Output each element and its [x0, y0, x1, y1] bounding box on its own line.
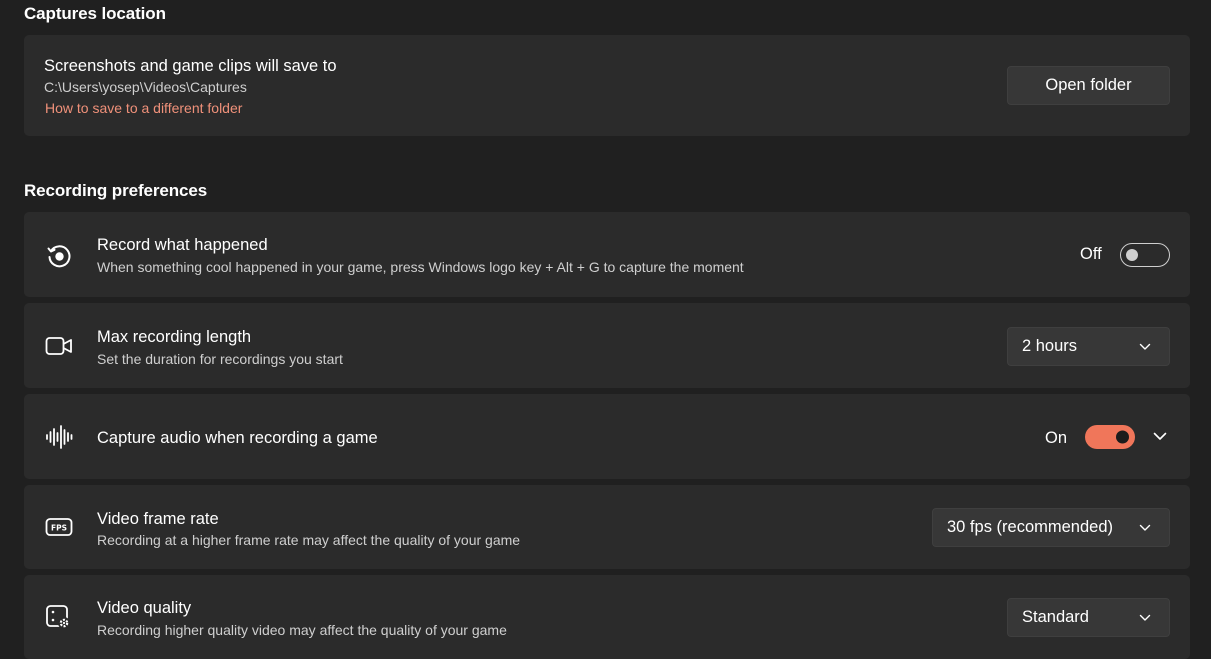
video-frame-rate-card: FPS Video frame rate Recording at a high…: [24, 485, 1190, 569]
video-frame-rate-title: Video frame rate: [97, 510, 219, 528]
toggle-knob: [1116, 430, 1129, 444]
record-what-happened-description: When something cool happened in your gam…: [97, 259, 744, 275]
video-camera-icon: [45, 332, 73, 360]
max-recording-length-description: Set the duration for recordings you star…: [97, 351, 343, 367]
record-what-happened-toggle[interactable]: [1120, 243, 1170, 267]
max-recording-length-card: Max recording length Set the duration fo…: [24, 303, 1190, 388]
audio-waveform-icon: [45, 423, 73, 451]
capture-audio-toggle[interactable]: [1085, 425, 1135, 449]
svg-text:FPS: FPS: [51, 524, 67, 533]
record-what-happened-title: Record what happened: [97, 236, 268, 254]
captures-location-card: Screenshots and game clips will save to …: [24, 35, 1190, 136]
capture-audio-card: Capture audio when recording a game On: [24, 394, 1190, 479]
captures-location-heading: Captures location: [24, 4, 166, 23]
video-quality-card: Video quality Recording higher quality v…: [24, 575, 1190, 659]
chevron-down-icon: [1139, 343, 1151, 350]
video-frame-rate-value: 30 fps (recommended): [947, 518, 1113, 536]
chevron-down-icon: [1139, 614, 1151, 621]
video-quality-description: Recording higher quality video may affec…: [97, 622, 507, 638]
open-folder-label: Open folder: [1045, 76, 1132, 94]
expand-chevron-icon[interactable]: [1150, 426, 1170, 446]
record-what-happened-state: Off: [1080, 245, 1102, 263]
video-quality-icon: [45, 604, 73, 632]
capture-audio-state: On: [1045, 429, 1068, 447]
different-folder-link[interactable]: How to save to a different folder: [45, 100, 242, 116]
captures-path: C:\Users\yosep\Videos\Captures: [44, 79, 247, 95]
max-recording-length-value: 2 hours: [1022, 337, 1078, 355]
record-history-icon: [45, 242, 73, 270]
captures-location-title: Screenshots and game clips will save to: [44, 57, 337, 75]
fps-icon: FPS: [45, 513, 73, 541]
open-folder-button[interactable]: Open folder: [1007, 66, 1170, 105]
video-quality-title: Video quality: [97, 599, 192, 617]
toggle-knob: [1126, 249, 1138, 261]
recording-preferences-heading: Recording preferences: [24, 181, 208, 200]
max-recording-length-title: Max recording length: [97, 328, 252, 346]
chevron-down-icon: [1139, 524, 1151, 531]
video-quality-dropdown[interactable]: Standard: [1007, 598, 1170, 637]
video-frame-rate-dropdown[interactable]: 30 fps (recommended): [932, 508, 1170, 547]
record-what-happened-card: Record what happened When something cool…: [24, 212, 1190, 297]
video-frame-rate-description: Recording at a higher frame rate may aff…: [97, 532, 521, 548]
capture-audio-title: Capture audio when recording a game: [97, 429, 378, 447]
max-recording-length-dropdown[interactable]: 2 hours: [1007, 327, 1170, 366]
video-quality-value: Standard: [1022, 608, 1089, 626]
game-captures-settings: Captures location Screenshots and game c…: [0, 0, 1211, 659]
